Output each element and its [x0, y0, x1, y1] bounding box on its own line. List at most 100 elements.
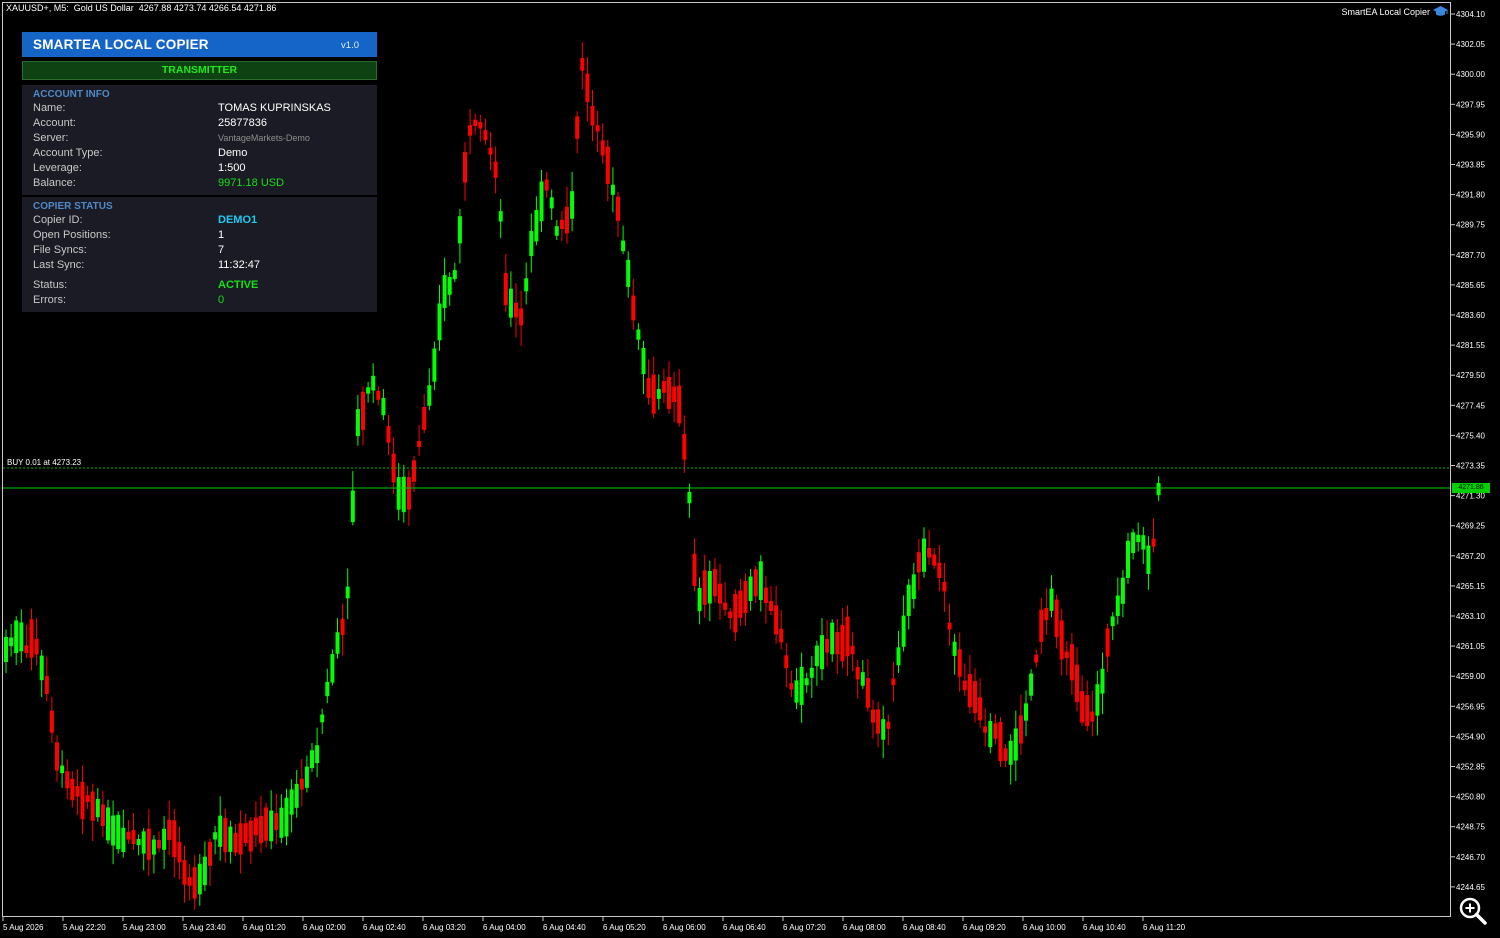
price-label: 4287.70: [1456, 251, 1485, 260]
candle-body: [253, 817, 258, 836]
bear-candle: [973, 668, 977, 723]
price-label: 4244.65: [1456, 883, 1485, 892]
candle-body: [728, 611, 733, 619]
bull-candle: [814, 640, 819, 686]
candle-body: [294, 783, 299, 808]
bull-candle: [1029, 669, 1034, 701]
bull-candle: [1049, 575, 1054, 618]
candle-body: [493, 161, 498, 178]
bear-candle: [1069, 632, 1074, 695]
bear-candle: [733, 589, 738, 642]
bull-candle: [1120, 569, 1125, 618]
magnifier-zoom-icon[interactable]: [1458, 896, 1488, 926]
candle-body: [707, 570, 712, 604]
candle-body: [177, 842, 182, 863]
bear-candle: [774, 585, 779, 644]
candle-body: [1136, 534, 1141, 543]
candle-body: [100, 804, 105, 826]
bear-candle: [743, 573, 748, 626]
bear-candle: [70, 771, 75, 808]
panel-header[interactable]: SMARTEA LOCAL COPIER v1.0: [22, 32, 377, 57]
candle-body: [233, 832, 238, 853]
time-label: 5 Aug 22:20: [63, 923, 106, 932]
price-label: 4281.55: [1456, 341, 1485, 350]
candle-body: [881, 719, 886, 740]
candle-body: [983, 726, 988, 733]
bear-candle: [967, 654, 972, 714]
bull-candle: [345, 568, 350, 620]
candle-body: [447, 277, 452, 295]
bull-candle: [269, 790, 274, 850]
bull-candle: [294, 769, 299, 818]
candle-body: [763, 587, 768, 603]
bull-candle: [60, 750, 65, 788]
bear-candle: [187, 864, 192, 901]
candle-body: [896, 647, 901, 666]
server-value: VantageMarkets-Demo: [218, 133, 310, 143]
candle-body: [1029, 673, 1034, 696]
candle-body: [850, 645, 855, 655]
bear-candle: [927, 530, 932, 565]
bear-candle: [544, 172, 549, 198]
bear-candle: [840, 608, 845, 669]
candle-body: [855, 666, 860, 680]
candle-body: [554, 226, 559, 236]
bear-candle: [422, 394, 427, 434]
candle-body: [830, 622, 835, 655]
candle-body: [585, 73, 590, 102]
bull-candle: [457, 208, 462, 264]
candle-body: [539, 181, 544, 222]
candle-body: [993, 723, 998, 739]
candle-body: [865, 678, 870, 708]
bull-candle: [202, 841, 207, 892]
candle-body: [605, 146, 610, 184]
time-axis: 5 Aug 2026 5 Aug 22:20 5 Aug 23:00 5 Aug 23…: [2, 917, 1186, 932]
candle-body: [534, 210, 539, 242]
candle-body: [748, 576, 753, 601]
bear-candle: [182, 845, 187, 903]
candle-body: [570, 191, 575, 219]
bear-candle: [957, 632, 962, 692]
bear-candle: [876, 701, 881, 748]
price-label: 4283.60: [1456, 311, 1485, 320]
bull-candle: [1008, 734, 1013, 785]
candle-body: [799, 666, 804, 705]
bull-candle: [401, 464, 406, 523]
bear-candle: [253, 801, 258, 848]
price-label: 4297.95: [1456, 100, 1485, 109]
bear-candle: [1090, 690, 1095, 737]
candle-body: [932, 554, 937, 566]
bear-candle: [361, 386, 365, 446]
bull-candle: [432, 341, 437, 391]
candle-body: [723, 602, 728, 610]
bull-candle: [656, 374, 661, 410]
candle-body: [636, 329, 641, 340]
candle-body: [202, 856, 207, 886]
candle-body: [401, 476, 406, 513]
candle-body: [49, 710, 54, 733]
copier-id-row: Copier ID: DEMO1: [22, 213, 377, 228]
price-label: 4246.70: [1456, 853, 1485, 862]
candle-body: [677, 385, 682, 424]
bear-candle: [177, 826, 182, 880]
candle-body: [508, 288, 513, 318]
candle-body: [146, 828, 151, 860]
candle-body: [325, 681, 330, 697]
bull-candle: [1095, 670, 1100, 736]
price-label: 4275.40: [1456, 431, 1485, 440]
price-label: 4285.65: [1456, 281, 1485, 290]
candle-body: [269, 810, 274, 842]
bear-candle: [962, 663, 967, 696]
candle-body: [733, 594, 738, 633]
bear-candle: [712, 558, 717, 603]
candle-body: [223, 817, 228, 853]
bull-candle: [809, 655, 814, 698]
candle-body: [192, 867, 197, 899]
bear-candle: [233, 823, 238, 857]
candle-body: [753, 569, 758, 597]
candle-body: [784, 655, 789, 669]
price-label: 4269.25: [1456, 522, 1485, 531]
candle-body: [1085, 695, 1090, 727]
candle-body: [70, 778, 75, 801]
bear-candle: [376, 386, 381, 406]
